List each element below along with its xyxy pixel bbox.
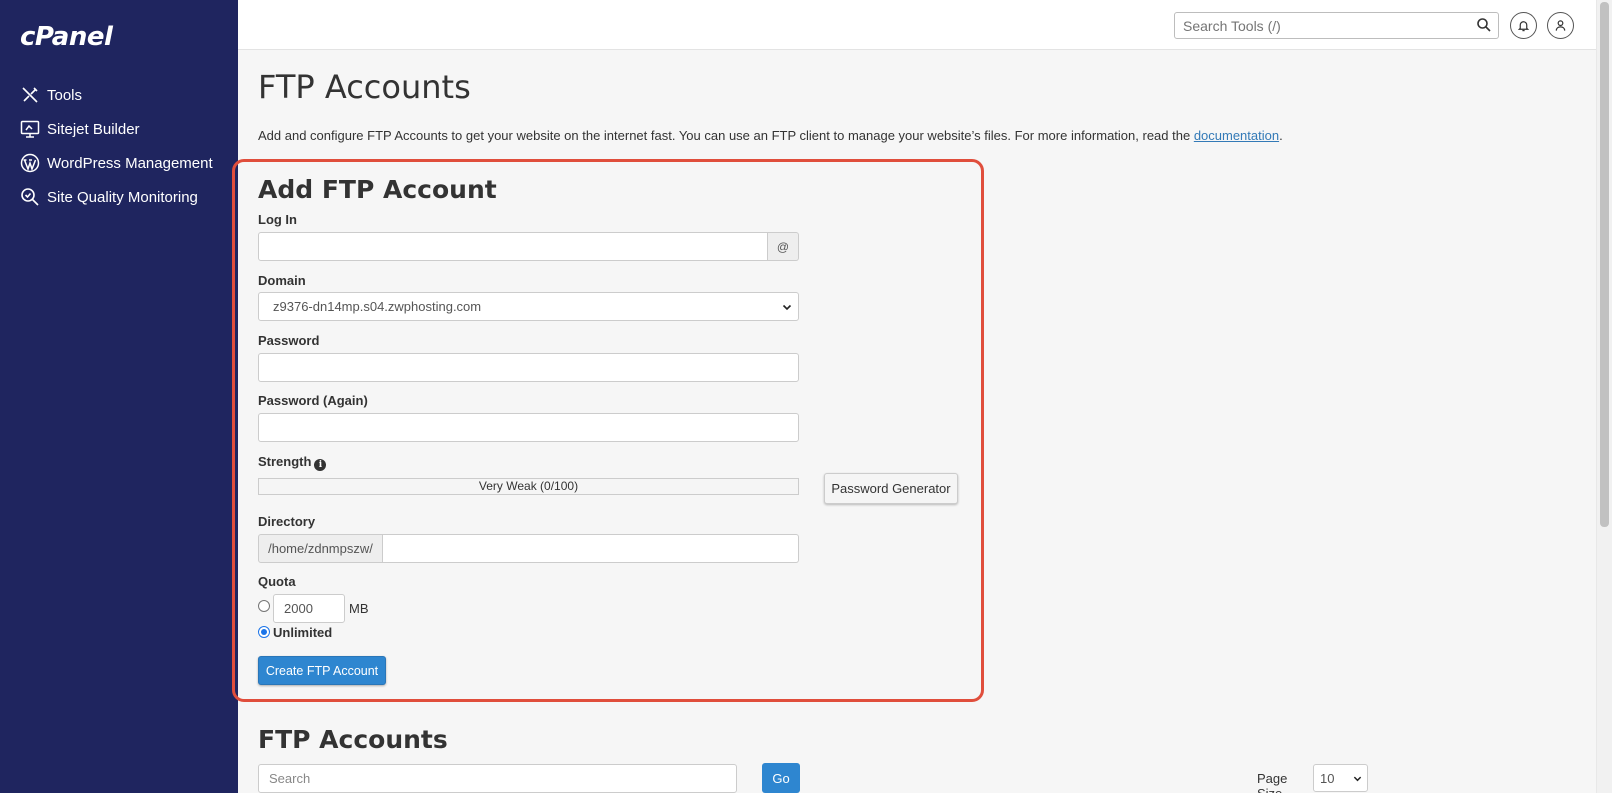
magnifier-check-icon — [19, 186, 41, 208]
page-size-label: Page Size — [1257, 771, 1288, 793]
create-ftp-account-button[interactable]: Create FTP Account — [258, 656, 386, 685]
password-strength-meter: Very Weak (0/100) — [258, 478, 799, 495]
directory-prefix: /home/zdnmpszw/ — [258, 534, 383, 563]
user-menu-button[interactable] — [1547, 12, 1574, 39]
at-addon: @ — [768, 232, 799, 261]
intro-text: Add and configure FTP Accounts to get yo… — [258, 128, 1194, 143]
go-button[interactable]: Go — [762, 763, 800, 793]
search-icon[interactable] — [1476, 17, 1492, 33]
password-generator-button[interactable]: Password Generator — [824, 473, 958, 504]
notifications-button[interactable] — [1510, 12, 1537, 39]
password-label: Password — [258, 333, 320, 348]
add-ftp-account-title: Add FTP Account — [258, 175, 497, 204]
sidebar-item-label: Sitejet Builder — [47, 120, 140, 138]
user-icon — [1555, 20, 1566, 31]
sidebar: cPanel Tools Sitejet Builder WordPress M… — [0, 0, 238, 793]
sidebar-item-tools[interactable]: Tools — [0, 78, 238, 112]
page-size-value: 10 — [1320, 770, 1335, 786]
search-tools-box — [1174, 12, 1499, 39]
quota-limited-radio[interactable] — [258, 600, 270, 612]
chevron-down-icon — [1353, 776, 1362, 782]
sidebar-item-site-quality[interactable]: Site Quality Monitoring — [0, 180, 238, 214]
page-size-select[interactable]: 10 — [1313, 764, 1368, 792]
sidebar-item-sitejet[interactable]: Sitejet Builder — [0, 112, 238, 146]
sidebar-item-label: WordPress Management — [47, 154, 213, 172]
monitor-icon — [19, 118, 41, 140]
unlimited-label[interactable]: Unlimited — [273, 625, 332, 640]
documentation-link[interactable]: documentation — [1194, 128, 1279, 143]
strength-label: Strength i — [258, 454, 327, 471]
strength-label-text: Strength — [258, 454, 312, 469]
domain-select-value: z9376-dn14mp.s04.zwphosting.com — [273, 299, 482, 314]
directory-label: Directory — [258, 514, 316, 529]
login-input[interactable] — [258, 232, 768, 261]
password-again-input[interactable] — [258, 413, 799, 442]
sidebar-item-wordpress[interactable]: WordPress Management — [0, 146, 238, 180]
login-label: Log In — [258, 212, 297, 227]
page-scrollbar[interactable] — [1596, 0, 1612, 793]
page-title: FTP Accounts — [258, 68, 471, 106]
search-tools-input[interactable] — [1175, 13, 1465, 38]
quota-unlimited-radio[interactable] — [258, 626, 270, 638]
sidebar-item-label: Site Quality Monitoring — [47, 188, 198, 206]
password-input[interactable] — [258, 353, 799, 382]
quota-input[interactable]: 2000 — [273, 594, 345, 623]
cpanel-logo[interactable]: cPanel — [20, 22, 113, 52]
wordpress-icon — [19, 152, 41, 174]
page-intro: Add and configure FTP Accounts to get yo… — [258, 128, 1283, 143]
password-again-label: Password (Again) — [258, 393, 368, 408]
scrollbar-thumb[interactable] — [1600, 2, 1609, 527]
directory-input[interactable] — [383, 534, 799, 563]
quota-label: Quota — [258, 574, 296, 589]
quota-unit: MB — [349, 601, 369, 616]
chevron-down-icon — [782, 304, 792, 311]
sidebar-item-label: Tools — [47, 86, 83, 104]
tools-icon — [19, 84, 41, 106]
bell-icon — [1517, 21, 1530, 32]
intro-end: . — [1279, 128, 1283, 143]
ftp-accounts-list-title: FTP Accounts — [258, 725, 448, 754]
domain-label: Domain — [258, 273, 306, 288]
domain-select[interactable]: z9376-dn14mp.s04.zwphosting.com — [258, 292, 799, 321]
top-bar — [238, 0, 1596, 50]
sidebar-nav: Tools Sitejet Builder WordPress Manageme… — [0, 78, 238, 214]
info-icon[interactable]: i — [314, 459, 327, 471]
accounts-search-input[interactable]: Search — [258, 764, 737, 793]
